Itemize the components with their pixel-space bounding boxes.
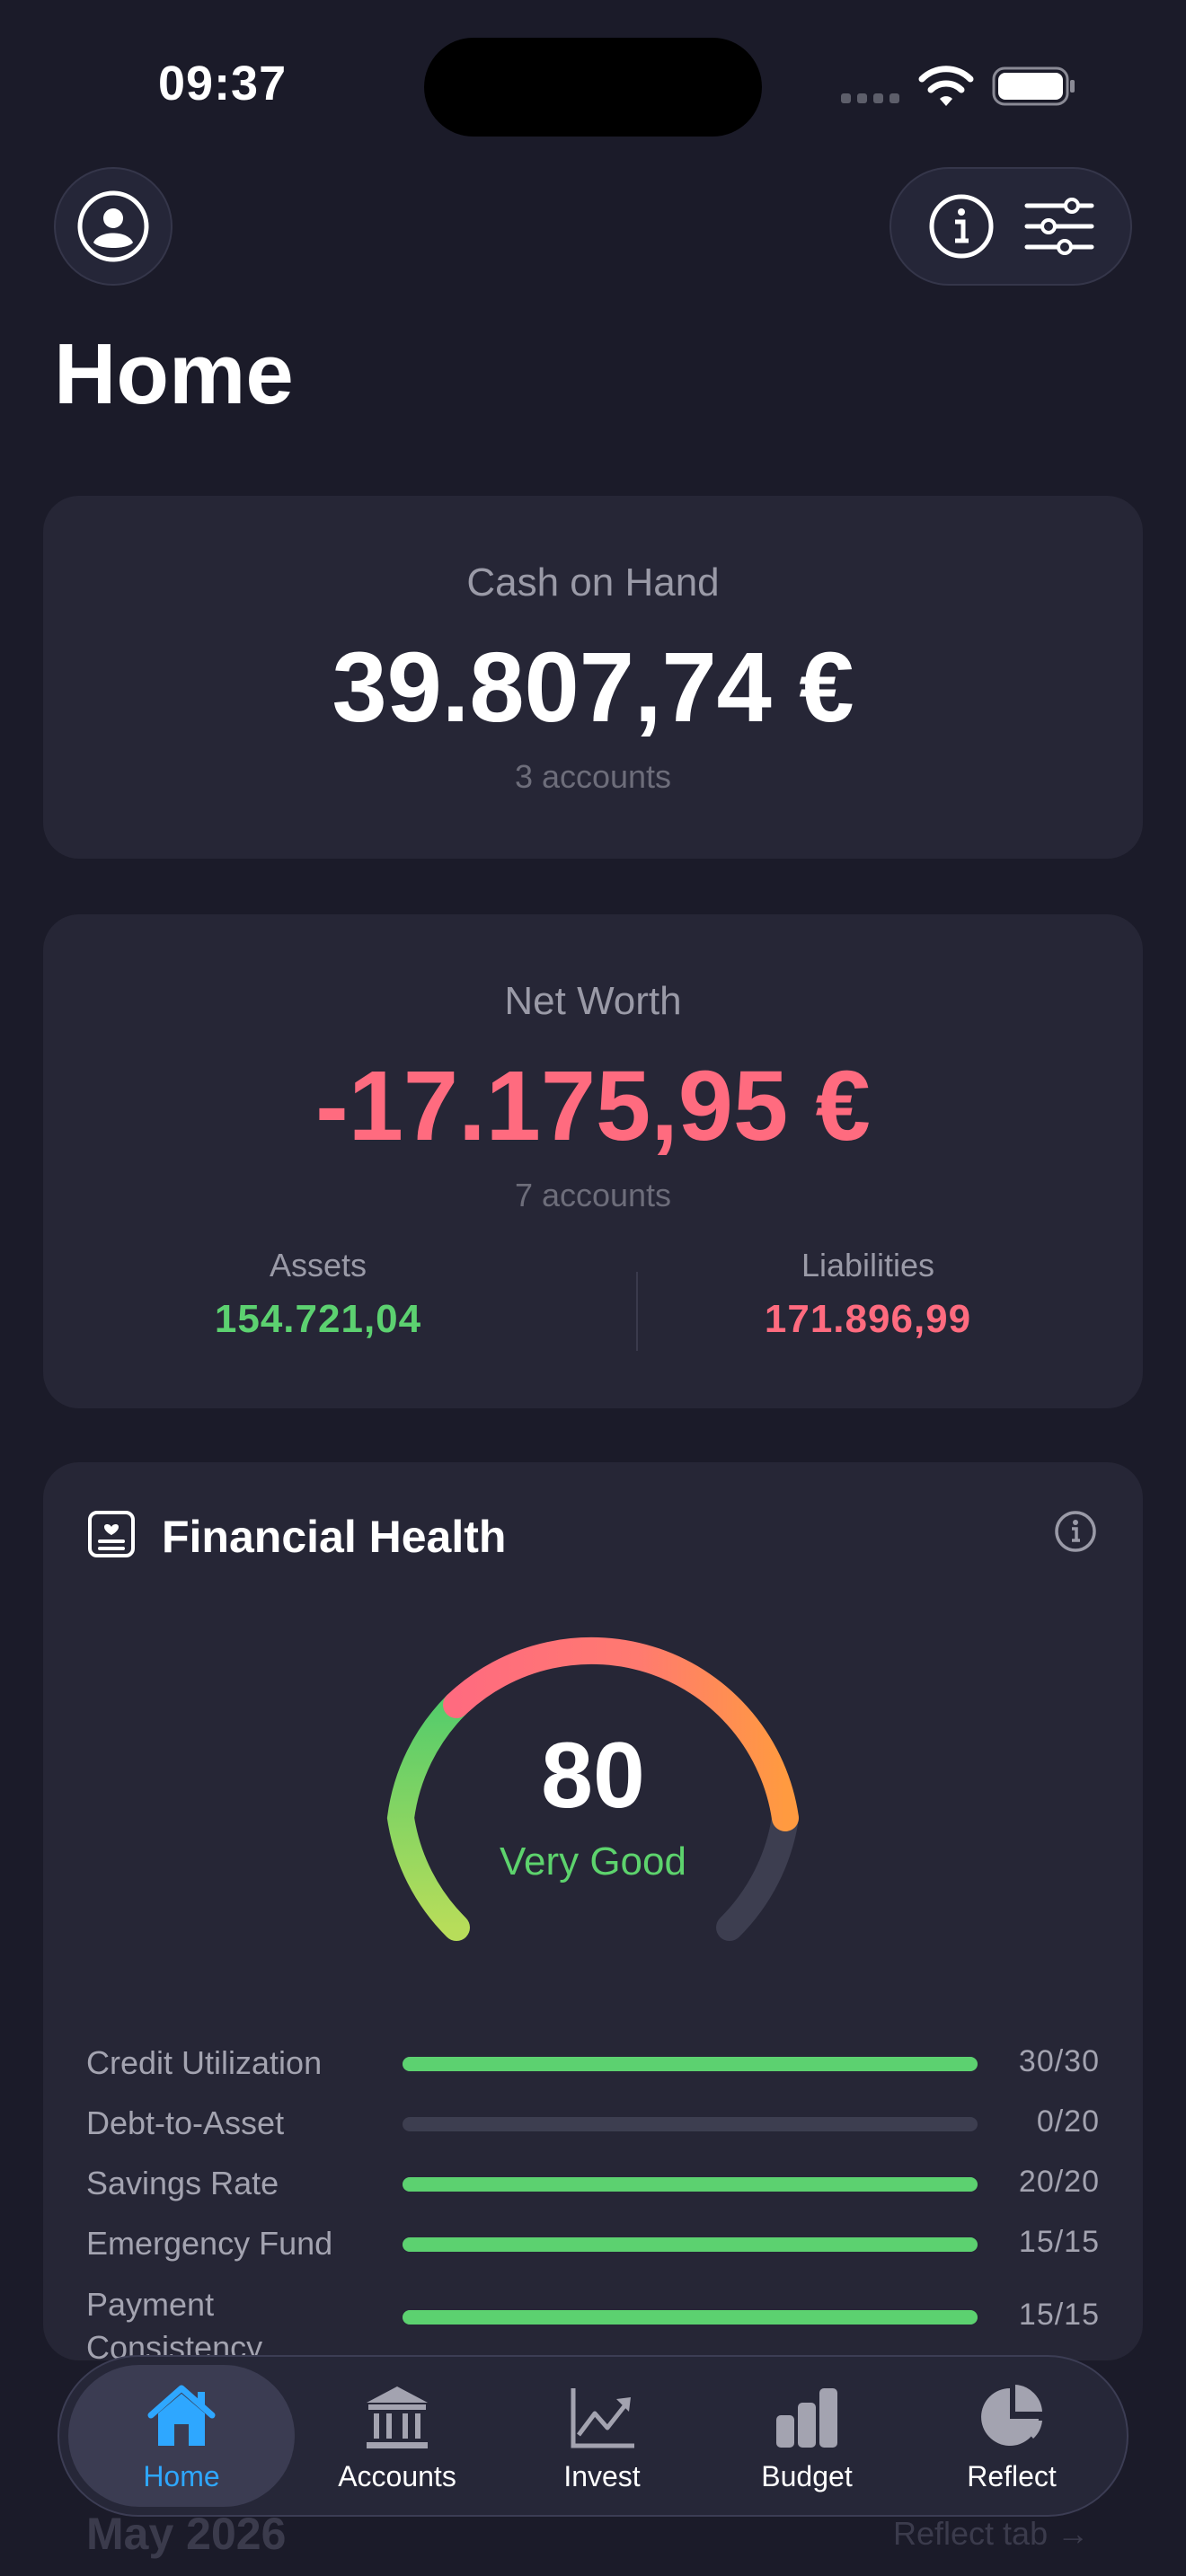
- tab-home[interactable]: Home: [68, 2365, 295, 2507]
- metric-track: [403, 2057, 978, 2071]
- bar-chart-icon: [776, 2387, 837, 2448]
- metric-track: [403, 2117, 978, 2131]
- person-circle-icon: [77, 190, 149, 262]
- tab-bar: Home Accounts Invest Budget Reflect: [58, 2355, 1128, 2517]
- tab-accounts[interactable]: Accounts: [295, 2365, 500, 2507]
- liabilities-value: 171.896,99: [764, 1297, 972, 1341]
- cash-accounts-count: 3 accounts: [514, 758, 672, 795]
- assets-label: Assets: [269, 1247, 367, 1284]
- split-divider: [636, 1272, 638, 1351]
- metric-fill: [403, 2177, 978, 2192]
- financial-health-card[interactable]: Financial Health 80 Very Good Credit Uti…: [43, 1462, 1143, 2360]
- health-score-rating: Very Good: [500, 1839, 686, 1883]
- metric-name: Payment Consistency: [86, 2289, 263, 2360]
- metric-score: 20/20: [1018, 2165, 1100, 2199]
- wifi-icon: [918, 66, 974, 106]
- cash-value: 39.807,74 €: [332, 632, 854, 743]
- financial-health-title: Financial Health: [162, 1512, 507, 1562]
- metric-row: Debt-to-Asset 0/20: [86, 2097, 1100, 2151]
- assets-column: Assets 154.721,04: [43, 1247, 593, 1342]
- tab-budget[interactable]: Budget: [704, 2365, 909, 2507]
- header-actions: [890, 167, 1132, 286]
- net-worth-label: Net Worth: [504, 979, 682, 1023]
- net-worth-card[interactable]: Net Worth -17.175,95 € 7 accounts Assets…: [43, 914, 1143, 1408]
- house-icon: [147, 2385, 216, 2446]
- metric-score: 30/30: [1018, 2044, 1100, 2078]
- health-score-value: 80: [541, 1724, 645, 1828]
- metric-score: 15/15: [1018, 2225, 1100, 2259]
- pie-chart-icon: [981, 2384, 1042, 2446]
- metric-name: Credit Utilization: [86, 2044, 323, 2081]
- info-icon[interactable]: [927, 192, 996, 260]
- status-time: 09:37: [158, 57, 288, 110]
- metric-row: Savings Rate 20/20: [86, 2157, 1100, 2211]
- filter-sliders-icon[interactable]: [1023, 195, 1095, 258]
- tab-label: Budget: [761, 2459, 853, 2492]
- reflect-tab-link[interactable]: Reflect tab →: [893, 2515, 1089, 2553]
- info-icon[interactable]: [1053, 1509, 1098, 1554]
- cellular-signal-icon: [841, 93, 899, 103]
- tab-label: Home: [143, 2459, 220, 2492]
- assets-liabilities-split: Assets 154.721,04 Liabilities 171.896,99: [43, 1247, 1143, 1342]
- cash-label: Cash on Hand: [466, 560, 720, 604]
- bank-icon: [367, 2386, 428, 2448]
- liabilities-label: Liabilities: [801, 1247, 935, 1284]
- metric-name: Savings Rate: [86, 2165, 279, 2201]
- metric-fill: [403, 2310, 978, 2325]
- tab-label: Reflect: [967, 2459, 1057, 2492]
- metric-fill: [403, 2237, 978, 2252]
- metric-track: [403, 2310, 978, 2325]
- metric-row: Credit Utilization 30/30: [86, 2037, 1100, 2091]
- battery-icon: [992, 66, 1075, 106]
- health-report-icon: [88, 1511, 135, 1557]
- metric-name: Emergency Fund: [86, 2225, 333, 2262]
- net-worth-value: -17.175,95 €: [315, 1051, 871, 1161]
- metric-track: [403, 2177, 978, 2192]
- metric-name: Debt-to-Asset: [86, 2104, 285, 2141]
- metric-track: [403, 2237, 978, 2252]
- tab-invest[interactable]: Invest: [500, 2365, 704, 2507]
- metric-row: Payment Consistency 15/15: [86, 2289, 1100, 2360]
- metric-score: 0/20: [1036, 2104, 1100, 2139]
- profile-button[interactable]: [54, 167, 173, 286]
- tab-label: Invest: [563, 2459, 641, 2492]
- metric-score: 15/15: [1018, 2298, 1100, 2332]
- dynamic-island: [424, 38, 762, 137]
- net-worth-accounts-count: 7 accounts: [514, 1177, 672, 1213]
- assets-value: 154.721,04: [214, 1297, 422, 1341]
- cash-on-hand-card[interactable]: Cash on Hand 39.807,74 € 3 accounts: [43, 496, 1143, 859]
- metric-row: Emergency Fund 15/15: [86, 2218, 1100, 2272]
- tab-label: Accounts: [338, 2459, 456, 2492]
- page-title: Home: [54, 326, 294, 422]
- tab-reflect[interactable]: Reflect: [909, 2365, 1114, 2507]
- metric-fill: [403, 2057, 978, 2071]
- chart-line-icon: [571, 2387, 634, 2448]
- liabilities-column: Liabilities 171.896,99: [593, 1247, 1143, 1342]
